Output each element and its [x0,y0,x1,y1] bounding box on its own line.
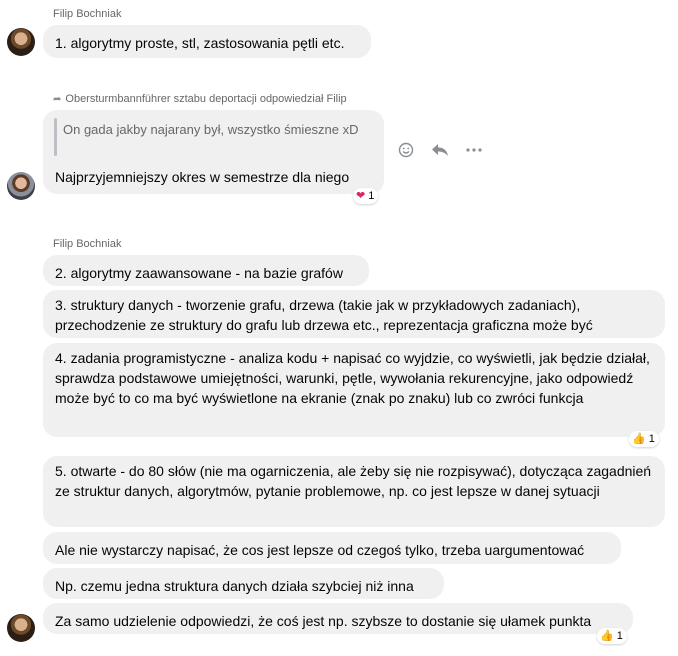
reply-arrow-icon: ➦ [53,94,62,105]
reaction-count: 1 [616,630,623,642]
message-actions [396,142,484,158]
reaction-badge[interactable]: 👍 1 [629,431,659,447]
reaction-count: 1 [648,433,655,445]
reaction-count: 1 [368,190,375,202]
message-bubble[interactable]: Za samo udzielenie odpowiedzi, że coś je… [43,603,633,634]
message-bubble[interactable]: Ale nie wystarczy napisać, że cos jest l… [43,532,621,564]
message-text: Najprzyjemniejszy okres w semestrze dla … [55,169,350,185]
avatar[interactable] [7,614,35,642]
avatar[interactable] [7,172,35,200]
message-bubble[interactable]: 5. otwarte - do 80 słów (nie ma ogarnicz… [43,456,665,527]
message-bubble[interactable]: 2. algorytmy zaawansowane - na bazie gra… [43,255,369,286]
message-bubble[interactable]: 4. zadania programistyczne - analiza kod… [43,343,665,437]
reaction-badge[interactable]: ❤ 1 [353,188,379,204]
sender-name: Filip Bochniak [53,238,122,250]
thumbs-up-icon: 👍 [600,630,614,642]
reply-header: ➦ Obersturmbannführer sztabu deportacji o… [53,93,347,105]
quoted-message: On gada jakby najarany był, wszystko śmi… [63,122,359,137]
thumbs-up-icon: 👍 [632,433,646,445]
more-icon[interactable] [464,142,484,158]
reply-message-bubble[interactable]: On gada jakby najarany był, wszystko śmi… [43,110,384,194]
message-bubble[interactable]: 1. algorytmy proste, stl, zastosowania p… [43,25,371,58]
reply-header-label: Obersturmbannführer sztabu deportacji od… [65,93,347,105]
heart-icon: ❤ [356,190,366,202]
avatar[interactable] [7,28,35,56]
message-bubble[interactable]: Np. czemu jedna struktura danych działa … [43,568,444,599]
quote-bar [54,118,57,156]
message-bubble[interactable]: 3. struktury danych - tworzenie grafu, d… [43,290,665,338]
reply-icon[interactable] [430,142,450,158]
emoji-icon[interactable] [396,142,416,158]
sender-name: Filip Bochniak [53,8,122,20]
reaction-badge[interactable]: 👍 1 [597,628,627,644]
